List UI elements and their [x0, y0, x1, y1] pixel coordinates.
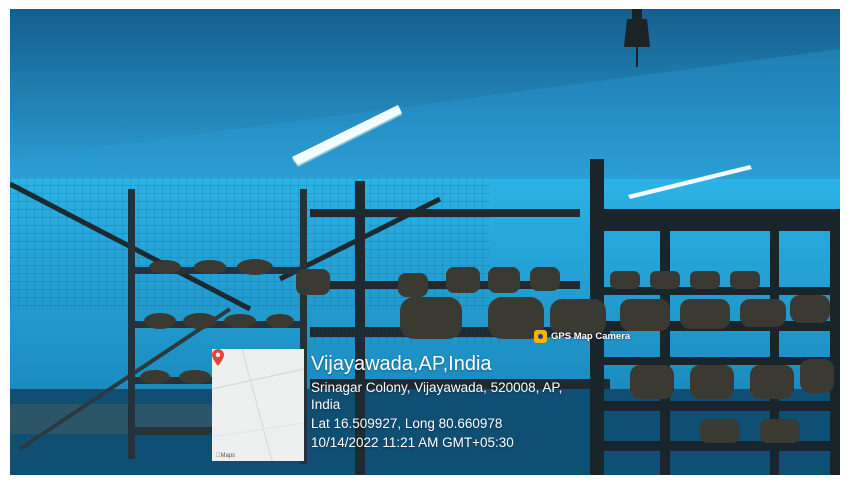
gps-map-camera-logo-icon	[534, 329, 547, 343]
gps-map-camera-badge: GPS Map Camera	[534, 326, 630, 346]
address-line-1: Srinagar Colony, Vijayawada, 520008, AP,	[311, 380, 563, 395]
timestamp: 10/14/2022 11:21 AM GMT+05:30	[311, 435, 514, 450]
address-line-2: India	[311, 397, 341, 412]
map-credit: Maps	[216, 453, 235, 459]
location-overlay: Vijayawada,AP,India Srinagar Colony, Vij…	[304, 349, 654, 461]
map-thumbnail: Maps	[212, 349, 304, 461]
badge-label: GPS Map Camera	[551, 330, 631, 342]
location-pin-icon	[212, 349, 224, 366]
location-title: Vijayawada,AP,India	[311, 353, 492, 375]
map-roads	[212, 349, 304, 461]
coordinates: Lat 16.509927, Long 80.660978	[311, 416, 503, 431]
